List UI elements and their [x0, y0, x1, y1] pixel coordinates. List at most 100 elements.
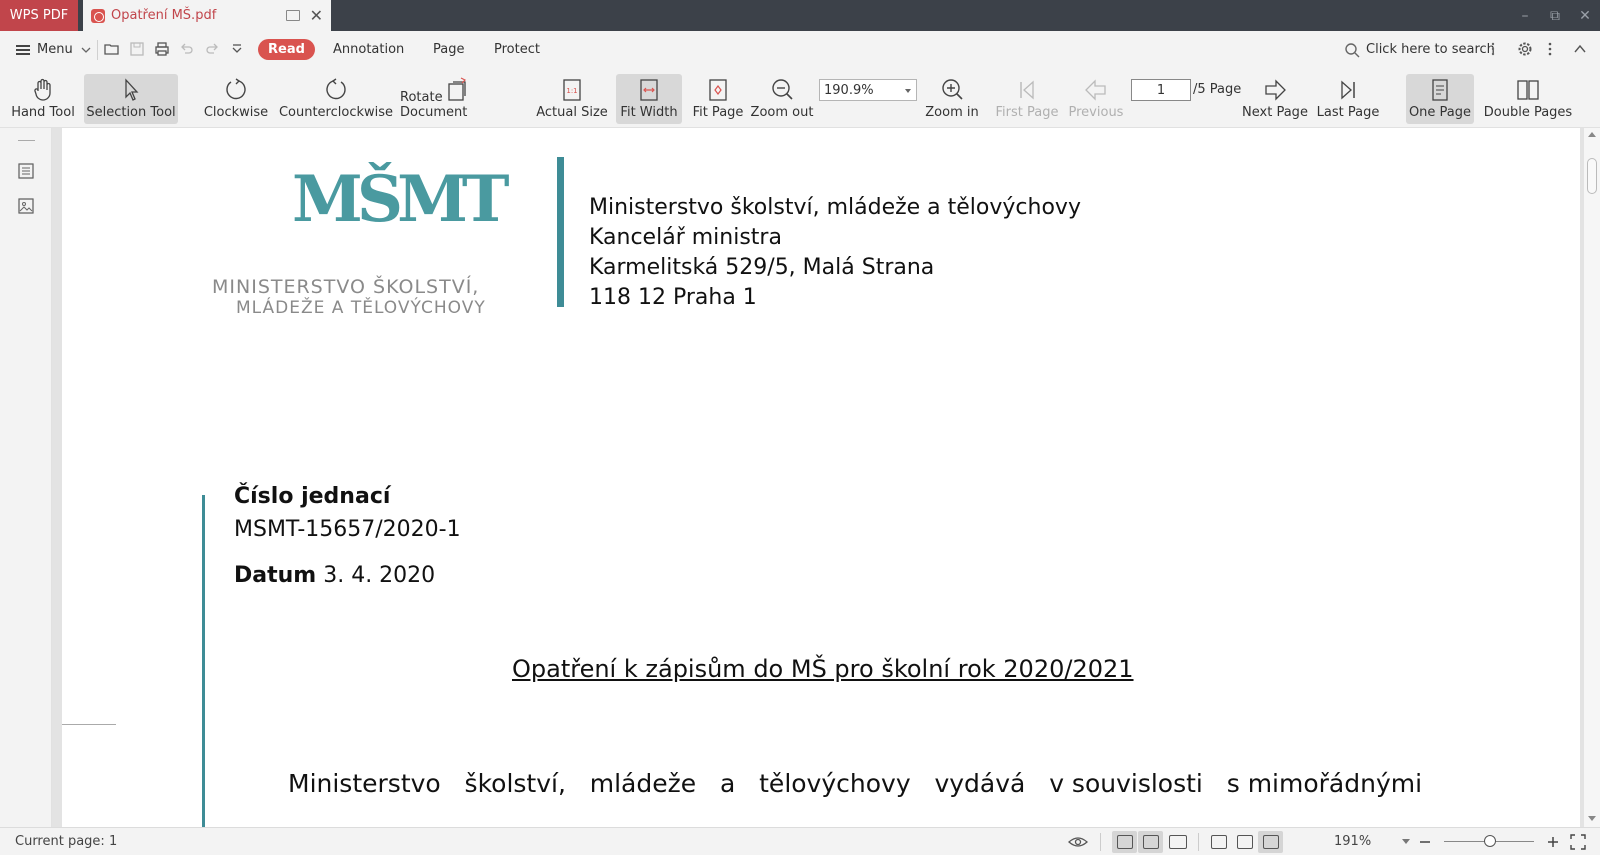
open-folder-icon[interactable] — [104, 41, 120, 57]
panel-grip[interactable] — [18, 140, 35, 141]
collapse-ribbon-icon[interactable] — [1572, 41, 1588, 57]
selection-tool-button[interactable]: Selection Tool — [84, 74, 178, 124]
first-page-icon — [1020, 80, 1034, 100]
double-pages-label: Double Pages — [1483, 105, 1573, 120]
restore-icon[interactable]: ⧉ — [1540, 0, 1570, 31]
zoom-in-icon — [942, 79, 963, 100]
rotate-clockwise-icon — [226, 78, 246, 100]
previous-page-button[interactable]: Previous — [1066, 74, 1126, 124]
fit-page-button[interactable]: Fit Page — [690, 74, 746, 124]
zoom-minus-icon[interactable] — [1418, 835, 1432, 849]
one-page-label: One Page — [1408, 105, 1472, 120]
double-page-icon — [1517, 80, 1539, 100]
gear-icon[interactable] — [1517, 41, 1533, 57]
print-icon[interactable] — [154, 41, 170, 57]
left-side-panel — [0, 128, 52, 827]
date-line: Datum 3. 4. 2020 — [234, 563, 435, 588]
search-icon — [1345, 42, 1360, 57]
monitor-icon[interactable] — [285, 10, 300, 21]
rotate-document-icon — [448, 77, 467, 101]
customize-dropdown-icon[interactable] — [229, 41, 245, 57]
rotate-counterclockwise-icon — [326, 78, 346, 100]
header-divider — [557, 157, 564, 307]
reference-sidebar-line — [202, 495, 205, 827]
one-page-button[interactable]: One Page — [1406, 74, 1474, 124]
scroll-up-arrow-icon[interactable] — [1588, 132, 1596, 137]
rotate-document-button[interactable]: Rotate Document — [400, 74, 514, 124]
vertical-scrollbar[interactable] — [1584, 128, 1600, 827]
document-canvas[interactable]: MŠMT MINISTERSTVO ŠKOLSTVÍ, MLÁDEŽE A TĚ… — [52, 128, 1584, 827]
page-number-input[interactable]: 1 — [1131, 79, 1191, 101]
document-tab[interactable]: Opatření MŠ.pdf ✕ — [83, 0, 331, 31]
zoom-in-button[interactable]: Zoom in — [922, 74, 982, 124]
tab-read-label: Read — [258, 39, 315, 60]
hamburger-icon — [16, 44, 30, 55]
fit-page-status-icon[interactable] — [1237, 835, 1253, 849]
actual-size-button[interactable]: 1:1 Actual Size — [536, 74, 608, 124]
fit-width-icon — [640, 79, 658, 101]
date-value: 3. 4. 2020 — [323, 563, 436, 588]
kebab-menu-icon[interactable] — [1547, 41, 1553, 57]
last-page-button[interactable]: Last Page — [1316, 74, 1380, 124]
save-icon[interactable] — [129, 41, 145, 57]
tab-read[interactable]: Read — [258, 31, 315, 68]
zoom-out-button[interactable]: Zoom out — [750, 74, 814, 124]
app-tab[interactable]: WPS PDF — [0, 0, 78, 31]
arrow-left-icon — [1085, 79, 1106, 101]
tab-protect[interactable]: Protect — [494, 31, 540, 68]
zoom-plus-icon[interactable] — [1546, 835, 1560, 849]
undo-icon[interactable] — [179, 41, 195, 57]
scroll-down-arrow-icon[interactable] — [1588, 816, 1596, 821]
menu-separator — [97, 40, 98, 60]
eye-icon[interactable] — [1068, 834, 1088, 850]
tab-close-icon[interactable]: ✕ — [310, 6, 323, 25]
zoom-dropdown-caret-icon[interactable] — [1402, 839, 1410, 845]
pdf-page[interactable]: MŠMT MINISTERSTVO ŠKOLSTVÍ, MLÁDEŽE A TĚ… — [62, 128, 1580, 827]
single-page-view-icon[interactable] — [1143, 835, 1159, 849]
minimize-icon[interactable]: – — [1510, 0, 1540, 31]
page-total-label: /5 Page — [1193, 82, 1242, 97]
continuous-view-icon[interactable] — [1117, 835, 1133, 849]
window-close-icon[interactable]: ✕ — [1570, 0, 1600, 31]
zoom-out-icon — [772, 79, 793, 100]
zoom-out-label: Zoom out — [750, 105, 814, 120]
logo-line-2: MLÁDEŽE A TĚLOVÝCHOVY — [236, 298, 486, 318]
menu-button[interactable]: Menu — [16, 31, 91, 68]
next-page-label: Next Page — [1242, 105, 1308, 120]
counterclockwise-button[interactable]: Counterclockwise — [278, 74, 394, 124]
thumbnail-image-icon[interactable] — [18, 198, 34, 214]
scroll-thumb[interactable] — [1587, 158, 1597, 194]
fit-page-icon — [709, 79, 727, 101]
zoom-level-select[interactable]: 190.9% — [819, 79, 917, 101]
tab-page[interactable]: Page — [433, 31, 464, 68]
document-tab-title: Opatření MŠ.pdf — [111, 8, 217, 23]
selection-tool-label: Selection Tool — [86, 105, 176, 120]
actual-size-status-icon[interactable] — [1211, 835, 1227, 849]
more-options-icon[interactable] — [1490, 41, 1496, 57]
next-page-button[interactable]: Next Page — [1242, 74, 1308, 124]
status-separator-2 — [1198, 833, 1199, 851]
fullscreen-icon[interactable] — [1570, 834, 1586, 850]
zoom-slider-knob[interactable] — [1484, 835, 1496, 847]
actual-size-label: Actual Size — [536, 105, 608, 120]
address-line-1: Ministerstvo školství, mládeže a tělovýc… — [589, 195, 1081, 220]
fit-width-status-icon[interactable] — [1263, 835, 1279, 849]
hand-tool-button[interactable]: Hand Tool — [8, 74, 78, 124]
fit-page-label: Fit Page — [692, 105, 744, 120]
fold-mark — [62, 724, 116, 725]
fit-width-button[interactable]: Fit Width — [616, 74, 682, 124]
bookmark-outline-icon[interactable] — [18, 163, 34, 179]
zoom-in-label: Zoom in — [925, 105, 979, 120]
tab-annotation[interactable]: Annotation — [333, 31, 404, 68]
search-box[interactable]: Click here to search — [1344, 31, 1495, 68]
first-page-label: First Page — [995, 105, 1059, 120]
double-pages-button[interactable]: Double Pages — [1482, 74, 1574, 124]
double-page-view-icon[interactable] — [1169, 835, 1187, 849]
previous-page-label: Previous — [1068, 105, 1124, 120]
first-page-button[interactable]: First Page — [994, 74, 1060, 124]
status-zoom-value[interactable]: 191% — [1334, 834, 1371, 849]
clockwise-button[interactable]: Clockwise — [204, 74, 268, 124]
toolbar: Hand Tool Selection Tool Clockwise Count… — [0, 68, 1600, 128]
redo-icon[interactable] — [204, 41, 220, 57]
address-line-3: Karmelitská 529/5, Malá Strana — [589, 255, 935, 280]
